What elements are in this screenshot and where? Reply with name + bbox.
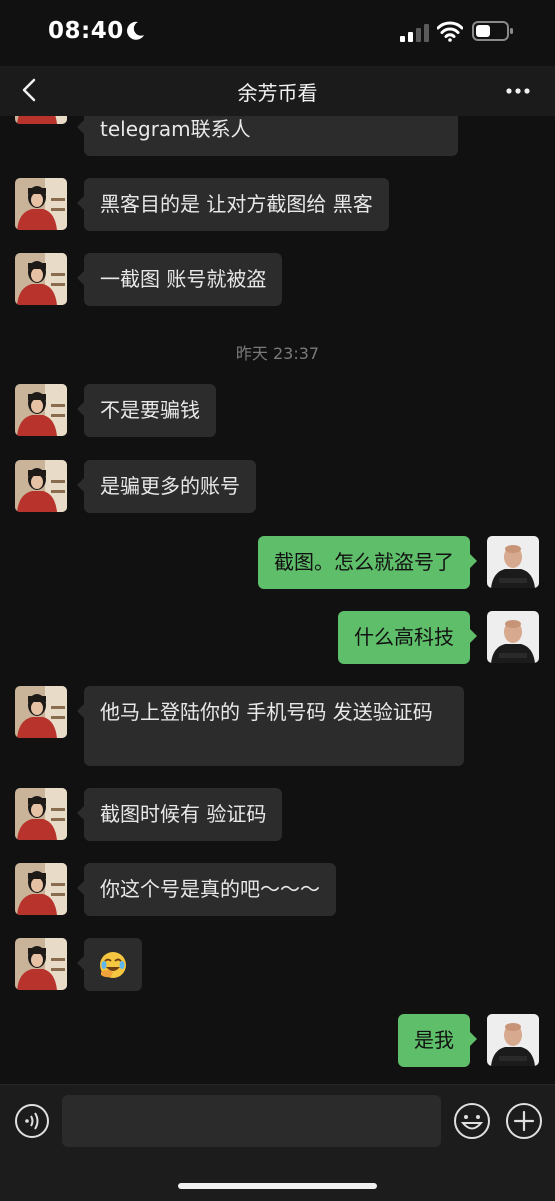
message-text: 截图时候有 验证码 — [100, 802, 267, 826]
outgoing-message-bubble[interactable]: 截图。怎么就盗号了 — [258, 536, 477, 589]
plus-icon — [506, 1103, 542, 1139]
contact-avatar[interactable] — [15, 460, 67, 512]
emoji-button[interactable] — [453, 1102, 491, 1144]
message-timestamp: 昨天 23:37 — [235, 344, 320, 363]
incoming-message-bubble[interactable]: 他马上登陆你的 手机号码 发送验证码 — [77, 686, 464, 766]
message-text: telegram联系人 — [100, 117, 251, 141]
outgoing-message-bubble[interactable]: 是我 — [398, 1014, 477, 1067]
chat-title: 余芳币看 — [237, 81, 318, 105]
chat-header: 余芳币看 — [0, 66, 555, 116]
emoji-icon — [454, 1103, 490, 1139]
message-list[interactable]: telegram联系人 黑客目的是 让对方截图给 黑客 一截图 账号就被盗 昨天… — [0, 116, 555, 1084]
message-text: 不是要骗钱 — [100, 398, 200, 422]
battery-icon — [472, 21, 513, 41]
incoming-message-bubble[interactable]: 你这个号是真的吧～～～ — [77, 863, 336, 916]
status-time: 08:40 — [48, 18, 124, 44]
message-input[interactable] — [62, 1095, 441, 1147]
voice-input-button[interactable] — [14, 1103, 50, 1143]
incoming-message-bubble[interactable]: 黑客目的是 让对方截图给 黑客 — [77, 178, 389, 231]
message-text: 他马上登陆你的 手机号码 发送验证码 — [100, 700, 433, 724]
incoming-message-bubble[interactable]: telegram联系人 — [77, 116, 458, 156]
contact-avatar[interactable] — [15, 116, 67, 124]
cellular-signal-icon — [400, 24, 429, 42]
message-text: 黑客目的是 让对方截图给 黑客 — [100, 192, 373, 216]
message-text: 是我 — [414, 1028, 454, 1052]
facepalm-laugh-emoji-icon — [100, 952, 126, 978]
message-text: 你这个号是真的吧～～～ — [100, 877, 320, 901]
message-text: 是骗更多的账号 — [100, 474, 240, 498]
contact-avatar[interactable] — [15, 686, 67, 738]
status-bar: 08:40 — [0, 0, 555, 66]
contact-avatar[interactable] — [15, 863, 67, 915]
message-text: 一截图 账号就被盗 — [100, 267, 267, 291]
contact-avatar[interactable] — [15, 788, 67, 840]
incoming-message-bubble[interactable]: 是骗更多的账号 — [77, 460, 256, 513]
contact-avatar[interactable] — [15, 253, 67, 305]
moon-icon — [127, 21, 144, 40]
contact-avatar[interactable] — [15, 384, 67, 436]
more-dots-icon — [506, 88, 530, 94]
more-functions-button[interactable] — [505, 1102, 543, 1144]
message-text: 什么高科技 — [354, 625, 454, 649]
my-avatar[interactable] — [487, 536, 539, 588]
contact-avatar[interactable] — [15, 178, 67, 230]
voice-icon — [15, 1104, 49, 1138]
my-avatar[interactable] — [487, 1014, 539, 1066]
more-options-button[interactable] — [500, 78, 540, 104]
incoming-message-bubble[interactable]: 截图时候有 验证码 — [76, 788, 283, 841]
home-indicator[interactable] — [178, 1183, 377, 1189]
contact-avatar[interactable] — [15, 938, 67, 990]
incoming-message-bubble[interactable]: 不是要骗钱 — [77, 384, 216, 437]
incoming-emoji-bubble[interactable] — [77, 938, 142, 991]
outgoing-message-bubble[interactable]: 什么高科技 — [338, 611, 477, 664]
message-text: 截图。怎么就盗号了 — [274, 550, 454, 574]
my-avatar[interactable] — [487, 611, 539, 663]
incoming-message-bubble[interactable]: 一截图 账号就被盗 — [76, 253, 283, 306]
wifi-icon — [437, 21, 463, 42]
